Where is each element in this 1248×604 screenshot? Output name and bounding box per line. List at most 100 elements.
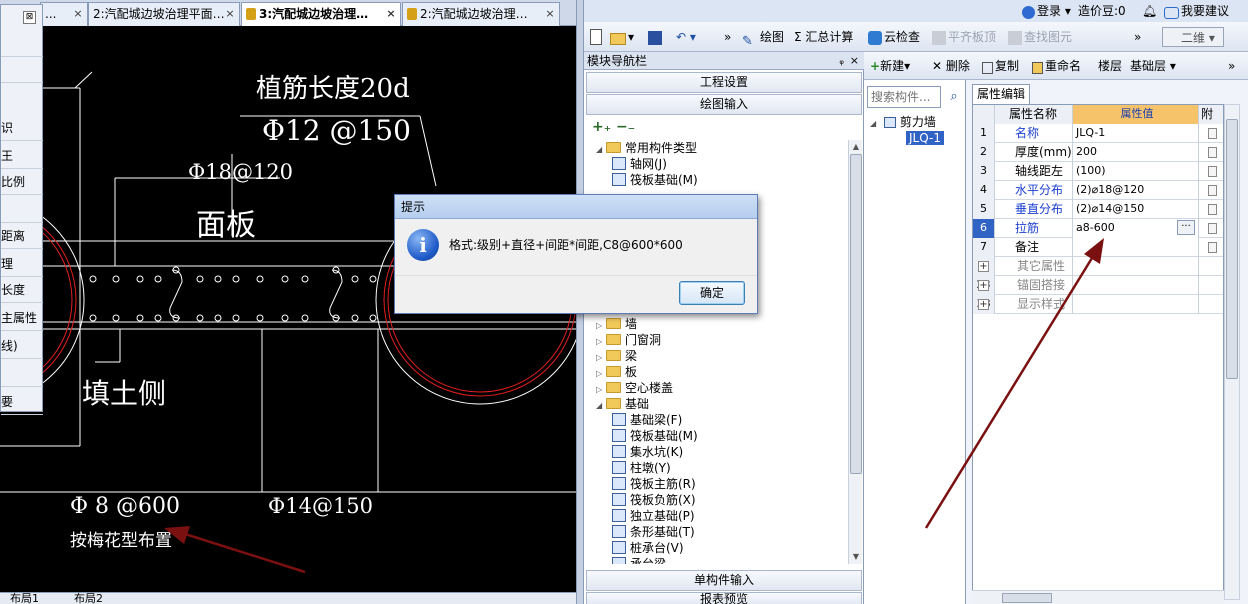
tree-scrollbar[interactable]: ▲ ▼ <box>848 140 862 564</box>
component-search-input[interactable] <box>867 86 941 108</box>
doc-tab-1[interactable]: 2:汽配城边坡治理平面… × <box>88 2 240 26</box>
layout-tab-2[interactable]: 布局2 <box>74 593 103 604</box>
attach-checkbox[interactable] <box>1208 242 1217 253</box>
scroll-down-icon[interactable]: ▼ <box>849 550 863 564</box>
tab-property-edit[interactable]: 属性编辑 <box>972 84 1030 104</box>
collapse-triangle-icon[interactable]: ◢ <box>870 116 880 132</box>
doc-tab-2-active[interactable]: 3:汽配城边坡治理… × <box>241 2 401 26</box>
section-report-preview[interactable]: 报表预览 <box>586 592 862 604</box>
tree-item[interactable]: ◢ 基础 <box>596 396 649 412</box>
expand-plus-icon[interactable]: + <box>978 299 989 310</box>
tree-item[interactable]: ▷ 墙 <box>596 316 637 332</box>
scroll-thumb[interactable] <box>850 154 862 474</box>
cloud-check-button[interactable]: 云检查 <box>868 27 920 47</box>
tree-node-shear-wall[interactable]: ◢ 剪力墙 <box>870 114 936 130</box>
doc-tab-0[interactable]: ... × <box>40 2 88 26</box>
attach-checkbox[interactable] <box>1208 223 1217 234</box>
float-panel-item[interactable]: 长度 <box>1 277 43 303</box>
float-panel-item[interactable]: 理 <box>1 251 43 277</box>
scroll-up-icon[interactable]: ▲ <box>849 140 863 154</box>
property-value[interactable] <box>1073 238 1199 257</box>
ellipsis-button[interactable]: ··· <box>1177 220 1195 235</box>
tree-item[interactable]: 集水坑(K) <box>612 444 683 460</box>
collapse-all-icon[interactable]: −₋ <box>616 119 635 135</box>
attach-checkbox[interactable] <box>1208 185 1217 196</box>
tree-item[interactable]: ▷ 门窗洞 <box>596 332 661 348</box>
close-icon[interactable]: ⊠ <box>23 11 36 24</box>
copy-component-button[interactable]: 复制 <box>982 57 1019 75</box>
delete-component-button[interactable]: ✕ 删除 <box>932 57 970 75</box>
property-row[interactable]: 7 备注 <box>973 238 1223 257</box>
property-value[interactable] <box>1073 295 1199 314</box>
float-panel-item[interactable] <box>1 31 43 57</box>
suggest-link[interactable]: 我要建议 <box>1164 2 1229 20</box>
tree-item[interactable]: ▷ 梁 <box>596 348 637 364</box>
float-panel-item[interactable]: 比例 <box>1 169 43 195</box>
property-value[interactable]: JLQ-1 <box>1073 124 1199 143</box>
tree-item[interactable]: 柱墩(Y) <box>612 460 671 476</box>
close-icon[interactable]: × <box>72 8 84 20</box>
tree-item[interactable]: 桩承台(V) <box>612 540 684 556</box>
flush-slab-button[interactable]: 平齐板顶 <box>932 27 996 47</box>
attach-checkbox[interactable] <box>1208 147 1217 158</box>
attach-checkbox[interactable] <box>1208 166 1217 177</box>
more-chevron-icon[interactable]: » <box>724 27 731 47</box>
save-icon[interactable] <box>648 27 664 47</box>
section-draw-input[interactable]: 绘图输入 <box>586 94 862 115</box>
ok-button[interactable]: 确定 <box>679 281 745 305</box>
float-panel-item[interactable] <box>1 57 43 83</box>
floor-select[interactable]: 基础层 ▾ <box>1130 57 1186 75</box>
tree-item[interactable]: 轴网(J) <box>612 156 667 172</box>
close-icon[interactable]: × <box>385 8 397 20</box>
tree-item[interactable]: 承台梁 <box>612 556 666 564</box>
doc-tab-3[interactable]: 2:汽配城边坡治理… × <box>402 2 560 26</box>
property-row[interactable]: 38显示样式+ <box>973 295 1223 314</box>
property-value[interactable]: a8-600 ··· <box>1073 219 1199 238</box>
tree-node-jlq-1[interactable]: JLQ-1 <box>906 130 944 146</box>
property-scrollbar[interactable] <box>1224 104 1240 600</box>
property-row[interactable]: 3 轴线距左 (100) <box>973 162 1223 181</box>
property-value[interactable]: (100) <box>1073 162 1199 181</box>
expand-plus-icon[interactable]: + <box>978 280 989 291</box>
tree-item[interactable]: 筏板主筋(R) <box>612 476 696 492</box>
tree-item[interactable]: 筏板基础(M) <box>612 172 698 188</box>
login-link[interactable]: 登录 ▾ <box>1022 2 1071 20</box>
tree-item[interactable]: 独立基础(P) <box>612 508 695 524</box>
tree-item[interactable]: 基础梁(F) <box>612 412 682 428</box>
property-row[interactable]: 1 名称 JLQ-1 <box>973 124 1223 143</box>
expand-plus-icon[interactable]: + <box>978 261 989 272</box>
tree-item[interactable]: 筏板负筋(X) <box>612 492 696 508</box>
scroll-thumb[interactable] <box>1226 119 1238 379</box>
draw-button[interactable]: ✎ 绘图 <box>742 27 784 49</box>
view-mode-select[interactable]: 二维 ▾ <box>1162 27 1224 47</box>
layout-tab-1[interactable]: 布局1 <box>10 593 39 604</box>
property-row[interactable]: 23锚固搭接+ <box>973 276 1223 295</box>
property-hscrollbar[interactable] <box>972 590 1224 604</box>
expand-triangle-icon[interactable]: ◢ <box>596 142 606 158</box>
tree-item[interactable]: 筏板基础(M) <box>612 428 698 444</box>
rename-component-button[interactable]: 重命名 <box>1032 57 1081 75</box>
close-icon[interactable]: × <box>850 52 859 70</box>
property-value[interactable]: (2)⌀18@120 <box>1073 181 1199 200</box>
bell-icon[interactable]: 🔔︎ <box>1142 2 1157 20</box>
property-value[interactable]: (2)⌀14@150 <box>1073 200 1199 219</box>
new-component-button[interactable]: +新建▾ <box>870 57 910 75</box>
attach-checkbox[interactable] <box>1208 128 1217 139</box>
tree-item[interactable]: ▷ 空心楼盖 <box>596 380 673 396</box>
open-folder-icon[interactable]: ▾ <box>610 27 634 47</box>
property-row[interactable]: 8其它属性+ <box>973 257 1223 276</box>
attach-checkbox[interactable] <box>1208 204 1217 215</box>
float-panel-item[interactable]: 主属性 <box>1 305 43 331</box>
section-project-settings[interactable]: 工程设置 <box>586 72 862 93</box>
float-panel-item[interactable]: 线) <box>1 333 43 359</box>
property-value[interactable]: 200 <box>1073 143 1199 162</box>
undo-icon[interactable]: ↶ ▾ <box>676 27 696 47</box>
float-panel-item[interactable]: 识 <box>1 115 43 141</box>
expand-triangle-icon[interactable]: ◢ <box>596 398 606 414</box>
property-value[interactable] <box>1073 276 1199 295</box>
find-element-button[interactable]: 查找图元 <box>1008 27 1072 47</box>
close-icon[interactable]: × <box>224 8 236 20</box>
expand-all-icon[interactable]: +₊ <box>592 119 611 135</box>
more-chevron-icon[interactable]: » <box>1134 27 1141 47</box>
tree-item[interactable]: 条形基础(T) <box>612 524 695 540</box>
